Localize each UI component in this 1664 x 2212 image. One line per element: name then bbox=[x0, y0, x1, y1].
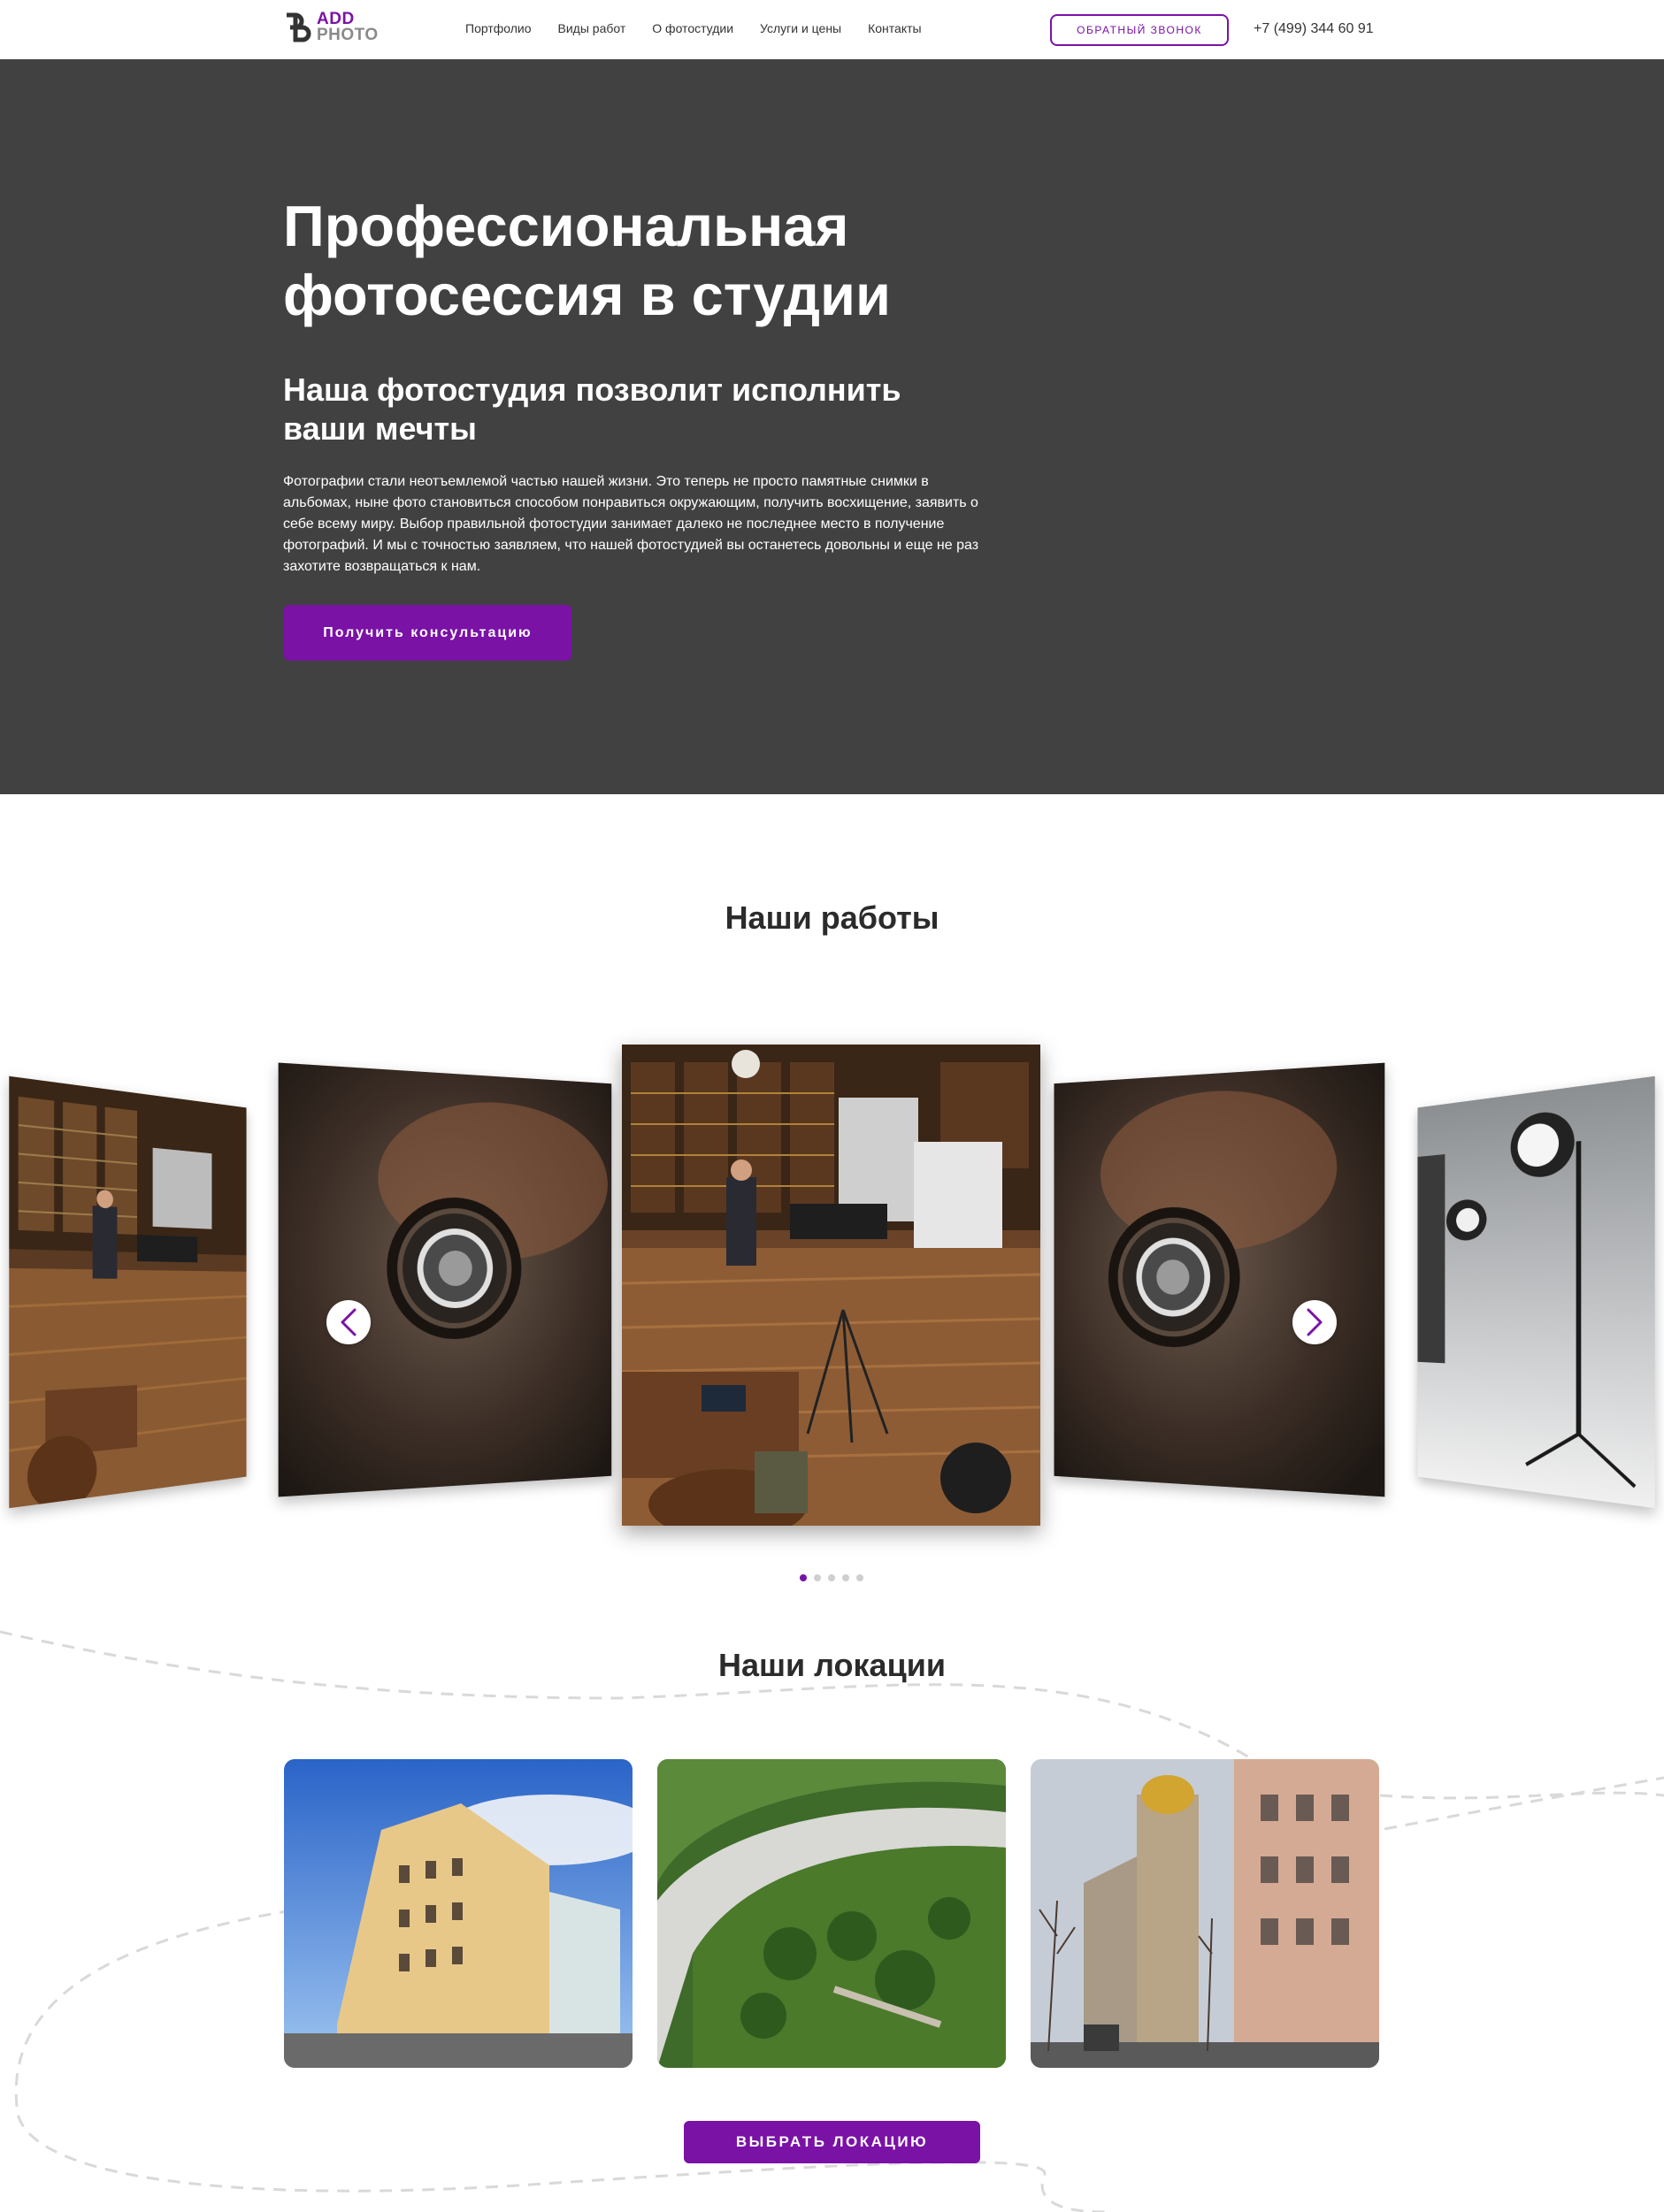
carousel-dot-2[interactable] bbox=[814, 1574, 821, 1581]
studio-lights-photo bbox=[1417, 1075, 1655, 1509]
nav-services-prices[interactable]: Услуги и цены bbox=[760, 21, 841, 35]
slide-camera-lens-left[interactable] bbox=[278, 1062, 612, 1497]
hero-subtitle: Наша фотостудия позволит исполнить ваши … bbox=[283, 371, 901, 447]
nav-portfolio[interactable]: Портфолио bbox=[465, 21, 532, 35]
carousel-dot-5[interactable] bbox=[856, 1574, 863, 1581]
camera-lens-photo bbox=[278, 1062, 612, 1497]
works-title: Наши работы bbox=[725, 899, 939, 936]
callback-button[interactable]: ОБРАТНЫЙ ЗВОНОК bbox=[1050, 14, 1229, 46]
hero-description: Фотографии стали неотъемлемой частью наш… bbox=[283, 474, 979, 574]
consultation-button[interactable]: Получить консультацию bbox=[284, 605, 571, 661]
carousel-prev-button[interactable] bbox=[326, 1300, 371, 1344]
nav-work-types[interactable]: Виды работ bbox=[558, 21, 626, 35]
phone-number[interactable]: +7 (499) 344 60 91 bbox=[1254, 21, 1374, 37]
main-nav: Портфолио Виды работ О фотостудии Услуги… bbox=[465, 21, 948, 35]
aerial-courtyard-photo bbox=[657, 1759, 1006, 2068]
location-card-1[interactable] bbox=[284, 1759, 633, 2068]
location-card-3[interactable] bbox=[1031, 1759, 1379, 2068]
apartment-building-photo bbox=[284, 1759, 633, 2068]
hero-section: Профессиональная фотосессия в студии Наш… bbox=[0, 59, 1664, 794]
logo-mark-icon bbox=[287, 12, 311, 42]
carousel-dot-3[interactable] bbox=[828, 1574, 835, 1581]
camera-lens-photo bbox=[1054, 1062, 1385, 1497]
chevron-left-icon bbox=[341, 1308, 357, 1336]
library-studio-photo bbox=[9, 1075, 247, 1509]
library-studio-photo bbox=[622, 1045, 1040, 1526]
carousel-dot-4[interactable] bbox=[842, 1574, 849, 1581]
slide-camera-lens-right[interactable] bbox=[1054, 1062, 1385, 1497]
location-card-2[interactable] bbox=[657, 1759, 1006, 2068]
chevron-right-icon bbox=[1307, 1308, 1323, 1336]
logo-text-photo: PHOTO bbox=[317, 26, 379, 44]
locations-title: Наши локации bbox=[718, 1647, 946, 1683]
carousel-next-button[interactable] bbox=[1292, 1300, 1337, 1344]
site-header: ADD PHOTO Портфолио Виды работ О фотосту… bbox=[0, 0, 1664, 59]
street-buildings-photo bbox=[1031, 1759, 1379, 2068]
carousel-dot-1[interactable] bbox=[800, 1574, 807, 1581]
nav-contacts[interactable]: Контакты bbox=[868, 21, 921, 35]
slide-library-studio-center[interactable] bbox=[622, 1045, 1040, 1526]
slide-library-studio-far-left[interactable] bbox=[9, 1075, 247, 1509]
carousel-dots bbox=[800, 1574, 863, 1581]
nav-about[interactable]: О фотостудии bbox=[652, 21, 733, 35]
slide-studio-lights-far-right[interactable] bbox=[1417, 1075, 1655, 1509]
choose-location-button[interactable]: ВЫБРАТЬ ЛОКАЦИЮ bbox=[684, 2121, 980, 2163]
hero-title: Профессиональная фотосессия в студии bbox=[283, 194, 891, 327]
logo[interactable]: ADD PHOTO bbox=[283, 9, 389, 46]
